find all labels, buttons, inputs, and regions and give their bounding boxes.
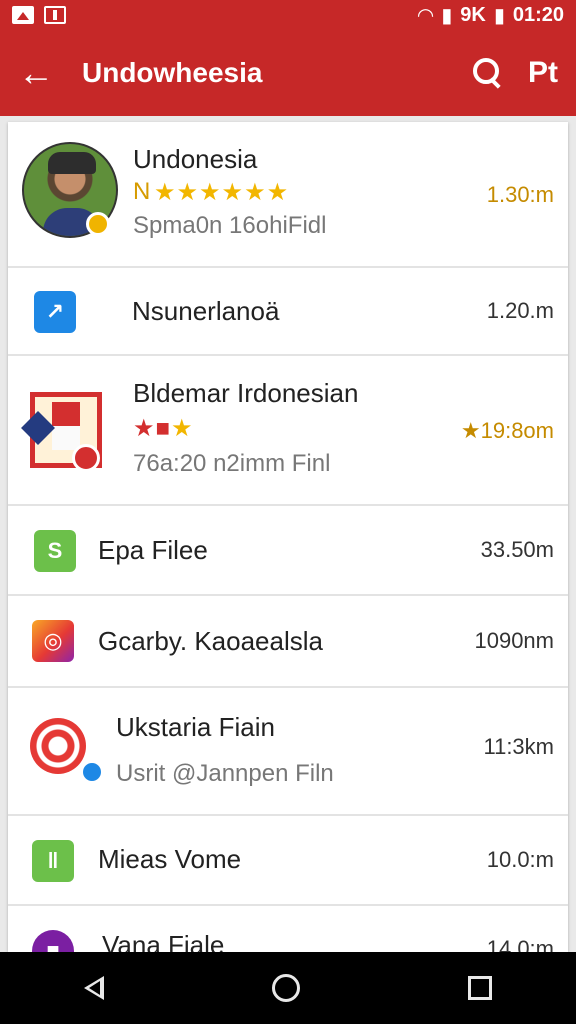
green-app-icon: S xyxy=(34,530,76,572)
list-item[interactable]: ↗ Nsunerlanoä 1.20.m xyxy=(8,268,568,356)
green-app-icon: ‖ xyxy=(32,840,74,882)
item-name: Epa Filee xyxy=(98,535,208,565)
list-item[interactable]: Undonesia N ★★★★★★ Spma0n 16ohiFidl 1.30… xyxy=(8,122,568,268)
carrier-label: 9K xyxy=(460,3,486,26)
item-subtitle: Usrit @Jannpen Filn xyxy=(116,760,334,787)
signal-icon: ▮ xyxy=(441,4,453,27)
file-list: Undonesia N ★★★★★★ Spma0n 16ohiFidl 1.30… xyxy=(8,122,568,952)
verified-check-icon xyxy=(80,760,104,784)
red-marker-icon: ■ xyxy=(155,415,172,442)
link-app-icon: ↗ xyxy=(34,291,76,333)
item-size: 10.0:m xyxy=(486,847,554,872)
verified-badge-icon xyxy=(86,212,110,236)
item-size: 33.50m xyxy=(480,537,554,562)
flag-icon xyxy=(52,402,80,450)
red-star-icon: ★ xyxy=(133,415,156,442)
item-size: 11:3km xyxy=(483,734,554,759)
item-name: Gcarby. Kaoaealsla xyxy=(98,626,323,656)
item-size: 1.20.m xyxy=(486,298,554,323)
nav-home-icon[interactable] xyxy=(272,974,300,1002)
list-item[interactable]: Bldemar Irdonesian ★■★ 76a:20 n2imm Finl… xyxy=(8,356,568,506)
purple-circle-icon: ■ xyxy=(32,930,74,952)
list-item[interactable]: S Epa Filee 33.50m xyxy=(8,506,568,596)
item-name: Bldemar Irdonesian xyxy=(133,378,359,408)
indonesian-flag-icon xyxy=(21,384,104,476)
search-icon[interactable] xyxy=(470,55,506,91)
item-size: ★19:8om xyxy=(460,418,554,443)
item-size: 14.0:m xyxy=(486,936,554,952)
list-item[interactable]: ◎ Gcarby. Kaoaealsla 1090nm xyxy=(8,596,568,688)
purple-app-icon: ■ xyxy=(32,930,74,952)
back-arrow-icon[interactable]: ← xyxy=(18,55,66,91)
appbar-action-button[interactable]: Pt xyxy=(528,56,558,90)
green-square-icon: S xyxy=(34,530,76,572)
item-name: Nsunerlanoä xyxy=(132,296,280,326)
camera-app-icon: ◎ xyxy=(32,620,74,662)
item-name: Undonesia xyxy=(133,144,258,174)
wifi-icon: ◠ xyxy=(417,4,434,27)
red-circle-badge-icon xyxy=(72,444,100,472)
item-subtitle: 76a:20 n2imm Finl xyxy=(133,450,331,477)
nav-back-icon[interactable] xyxy=(84,976,104,1000)
item-name: Ukstaria Fiain xyxy=(116,712,275,742)
status-time: 01:20 xyxy=(512,3,564,26)
rating-stars: ★★★★★★ xyxy=(154,179,290,206)
list-item[interactable]: ‖ Mieas Vome 10.0:m xyxy=(8,816,568,906)
item-size: 1090nm xyxy=(474,628,554,653)
alert-notification-icon xyxy=(44,6,66,24)
gold-star-icon: ★ xyxy=(171,415,194,442)
page-title: Undowheesia xyxy=(82,57,263,88)
green-square-icon: ‖ xyxy=(32,840,74,882)
red-ring-icon xyxy=(30,718,86,774)
rating-prefix: N xyxy=(133,178,152,205)
navigation-bar xyxy=(0,952,576,1024)
blue-square-icon: ↗ xyxy=(34,291,76,333)
rating-stars: ★■★ xyxy=(133,414,194,443)
list-item[interactable]: Ukstaria Fiain Usrit @Jannpen Filn 11:3k… xyxy=(8,688,568,816)
nav-recents-icon[interactable] xyxy=(468,976,492,1000)
status-bar: ◠ ▮ 9K ▮ 01:20 xyxy=(0,0,576,30)
gradient-square-icon: ◎ xyxy=(32,620,74,662)
record-app-icon xyxy=(30,718,86,774)
item-name: Mieas Vome xyxy=(98,844,242,874)
battery-icon: ▮ xyxy=(493,4,505,27)
item-subtitle: Spma0n 16ohiFidl xyxy=(133,212,327,239)
item-name: Vana Fiale xyxy=(102,930,225,952)
item-size: 1.30:m xyxy=(486,182,554,207)
list-item[interactable]: ■ Vana Fiale 14.0:m xyxy=(8,906,568,952)
app-bar: ← Undowheesia Pt xyxy=(0,30,576,116)
status-notifications xyxy=(12,6,66,24)
image-notification-icon xyxy=(12,6,34,24)
status-indicators: ◠ ▮ 9K ▮ 01:20 xyxy=(418,3,564,28)
